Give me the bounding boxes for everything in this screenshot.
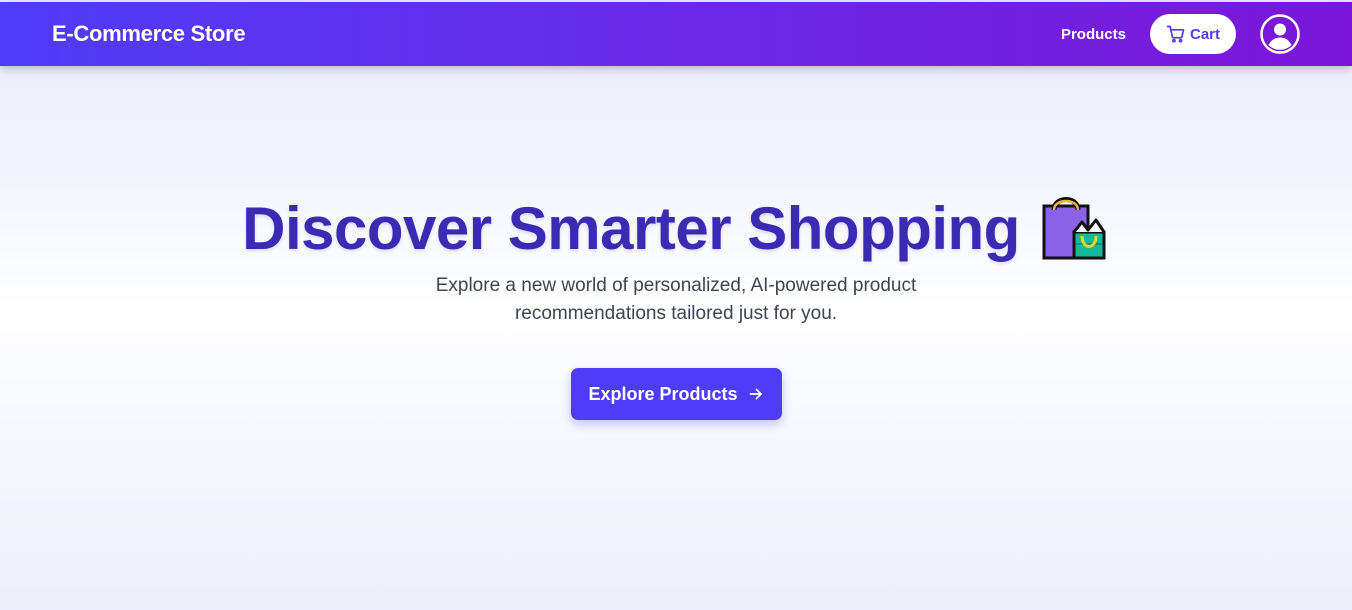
user-circle-icon (1260, 14, 1300, 54)
nav-actions: Products Cart (1061, 14, 1300, 54)
hero-subtitle: Explore a new world of personalized, AI-… (435, 275, 917, 324)
hero-title: Discover Smarter Shopping (242, 194, 1020, 262)
brand-logo-text[interactable]: E-Commerce Store (52, 21, 246, 47)
shopping-cart-icon (1166, 25, 1185, 43)
cart-button[interactable]: Cart (1149, 14, 1236, 54)
hero-title-row: Discover Smarter Shopping (0, 190, 1352, 266)
explore-products-button[interactable]: Explore Products (570, 368, 782, 420)
hero-section: Discover Smarter Shopping Explore a new … (0, 190, 1352, 420)
top-navbar: E-Commerce Store Products Cart (0, 2, 1352, 66)
profile-avatar-button[interactable] (1260, 14, 1300, 54)
cta-label: Explore Products (588, 383, 738, 404)
shopping-bags-icon (1042, 197, 1106, 260)
nav-link-products[interactable]: Products (1061, 26, 1126, 43)
arrow-right-icon (749, 388, 762, 400)
cart-label: Cart (1189, 25, 1220, 43)
